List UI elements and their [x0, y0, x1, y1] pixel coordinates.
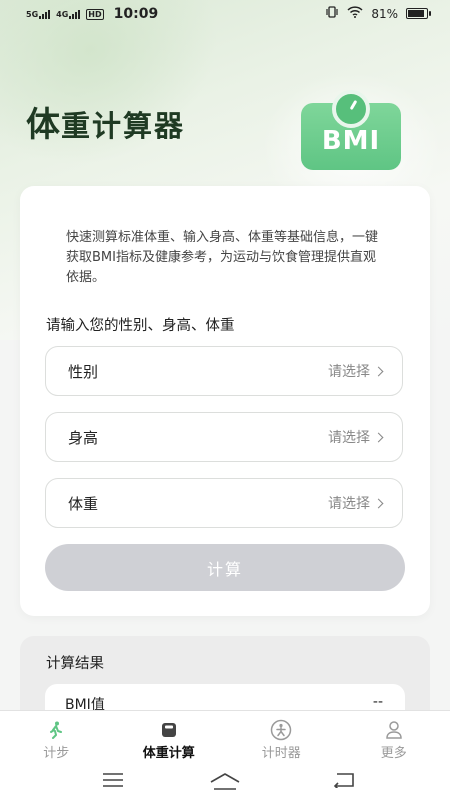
wifi-icon: [347, 6, 363, 21]
tab-weight-calc[interactable]: 体重计算: [113, 711, 226, 767]
field-placeholder: 请选择: [328, 361, 384, 381]
input-prompt: 请输入您的性别、身高、体重: [46, 318, 235, 334]
sim2-signal: 4G: [56, 9, 81, 19]
status-bar: 5G 4G HD 10:09 81%: [0, 0, 450, 28]
back-icon[interactable]: [333, 772, 355, 792]
placeholder-text: 请选择: [328, 364, 370, 380]
sim1-label: 5G: [26, 10, 39, 19]
sim2-label: 4G: [56, 10, 69, 19]
intro-text: 快速测算标准体重、输入身高、体重等基础信息，一键获取BMI指标及健康参考，为运动…: [66, 230, 379, 285]
signal-bars-icon: [39, 9, 51, 19]
timer-icon: [270, 719, 292, 741]
tab-label: 计时器: [261, 746, 301, 761]
chevron-right-icon: [373, 366, 384, 376]
user-icon: [385, 720, 403, 740]
page-title: 体重计算器: [26, 97, 185, 146]
chevron-right-icon: [373, 498, 384, 508]
field-placeholder: 请选择: [328, 427, 384, 447]
home-icon[interactable]: [210, 772, 240, 794]
field-label: 性别: [68, 362, 99, 381]
field-label: 体重: [68, 494, 99, 513]
field-placeholder: 请选择: [328, 493, 384, 513]
title-rest: 重计算器: [61, 109, 186, 143]
walking-icon: [48, 720, 64, 740]
tab-step-counter[interactable]: 计步: [0, 711, 113, 767]
result-title: 计算结果: [46, 656, 104, 672]
battery-icon: [406, 8, 431, 19]
signal-bars-icon: [69, 9, 81, 19]
field-label: 身高: [68, 428, 99, 447]
calculate-button[interactable]: 计算: [45, 544, 405, 591]
chevron-right-icon: [373, 432, 384, 442]
sim1-signal: 5G: [26, 9, 51, 19]
tab-more[interactable]: 更多: [338, 711, 450, 767]
bmi-badge-text: BMI: [321, 125, 381, 156]
tab-timer[interactable]: 计时器: [225, 711, 338, 767]
height-field[interactable]: 身高 请选择: [45, 412, 403, 462]
gender-field[interactable]: 性别 请选择: [45, 346, 403, 396]
scale-icon: [161, 720, 177, 740]
vibrate-icon: [325, 6, 339, 21]
scale-dial-icon: [332, 90, 370, 128]
tab-label: 更多: [380, 746, 407, 761]
battery-percent: 81%: [371, 6, 398, 21]
placeholder-text: 请选择: [328, 496, 370, 512]
hd-badge: HD: [86, 8, 104, 20]
weight-field[interactable]: 体重 请选择: [45, 478, 403, 528]
menu-icon[interactable]: [103, 772, 123, 792]
tab-label: 计步: [43, 746, 70, 761]
tab-label: 体重计算: [142, 746, 195, 761]
system-nav-bar: [0, 766, 450, 800]
input-card: 快速测算标准体重、输入身高、体重等基础信息，一键获取BMI指标及健康参考，为运动…: [20, 186, 430, 616]
clock: 10:09: [113, 6, 159, 22]
bottom-tab-bar: 计步 体重计算 计时器 更多: [0, 710, 450, 767]
placeholder-text: 请选择: [328, 430, 370, 446]
title-first-char: 体: [26, 105, 61, 145]
